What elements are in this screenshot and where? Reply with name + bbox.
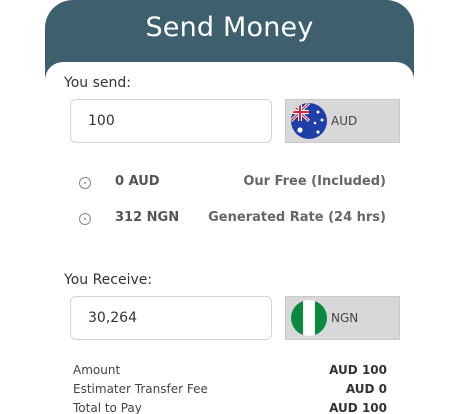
rate-value: 312 NGN [115,210,180,225]
rate-label: Generated Rate (24 hrs) [208,210,386,225]
send-label: You send: [64,75,131,91]
summary-label: Amount [73,363,121,377]
summary-value: AUD 100 [329,401,387,414]
summary-row-total: Total to Pay AUD 100 [45,401,414,414]
widget-title: Send Money [145,12,314,43]
summary-row-fee: Estimater Transfer Fee AUD 0 [45,382,414,398]
info-icon[interactable] [79,177,91,189]
fee-value: 0 AUD [115,174,160,189]
rate-row: 312 NGN Generated Rate (24 hrs) [45,210,414,230]
fee-row: 0 AUD Our Free (Included) [45,174,414,194]
summary-value: AUD 0 [345,382,387,396]
send-currency-select[interactable]: AUD [285,99,400,143]
summary-value: AUD 100 [329,363,387,377]
info-icon[interactable] [79,213,91,225]
receive-currency-select[interactable]: NGN [285,296,400,340]
summary-row-amount: Amount AUD 100 [45,363,414,379]
transfer-card: You send: 100 AUD 0 AUD Our Free (Includ… [45,62,414,414]
receive-currency-code: NGN [331,311,359,325]
summary-label: Estimater Transfer Fee [73,382,208,396]
nigeria-flag-icon [291,300,327,336]
receive-label: You Receive: [64,272,153,288]
australia-flag-icon [291,103,327,139]
send-amount-input[interactable] [70,99,272,143]
summary-label: Total to Pay [73,401,142,414]
send-money-widget: Send Money You send: 100 AUD 0 AUD Our F… [45,0,414,414]
fee-label: Our Free (Included) [243,174,386,189]
receive-amount-input[interactable] [70,296,272,340]
send-currency-code: AUD [331,114,358,128]
